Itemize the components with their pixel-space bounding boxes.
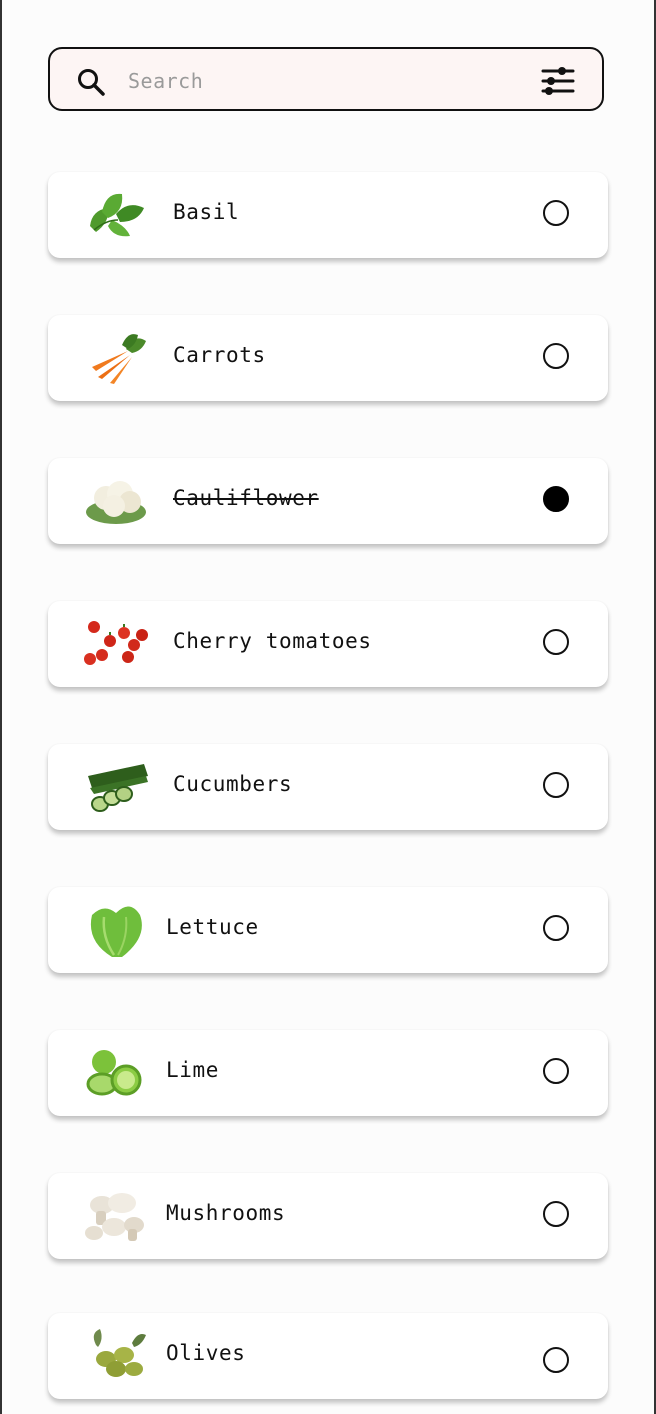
list-item-lettuce[interactable]: Lettuce [48, 887, 608, 973]
item-checkbox[interactable] [543, 1347, 569, 1373]
list-item-olives[interactable]: Olives [48, 1313, 608, 1399]
item-checkbox[interactable] [543, 1201, 569, 1227]
item-checkbox[interactable] [543, 1058, 569, 1084]
lettuce-icon [90, 906, 142, 957]
list-item-mushrooms[interactable]: Mushrooms [48, 1173, 608, 1259]
item-checkbox[interactable] [543, 343, 569, 369]
cucumbers-icon [88, 764, 148, 812]
item-label: Olives [166, 1341, 246, 1365]
item-label: Lettuce [166, 915, 259, 939]
list-item-cherry-tomatoes[interactable]: Cherry tomatoes [48, 601, 608, 687]
item-label: Cherry tomatoes [173, 629, 372, 653]
basil-icon [90, 193, 144, 237]
lime-icon [86, 1050, 142, 1096]
item-label: Carrots [173, 343, 266, 367]
item-checkbox[interactable] [543, 200, 569, 226]
list-item-basil[interactable]: Basil [48, 172, 608, 258]
item-label: Cucumbers [173, 772, 293, 796]
list-item-lime[interactable]: Lime [48, 1030, 608, 1116]
list-item-cucumbers[interactable]: Cucumbers [48, 744, 608, 830]
item-checkbox[interactable] [543, 486, 569, 512]
olives-icon [93, 1329, 146, 1377]
grocery-list: Basil Carrots Cauliflower Cherry tomatoe… [0, 0, 656, 1414]
list-item-cauliflower[interactable]: Cauliflower [48, 458, 608, 544]
item-checkbox[interactable] [543, 772, 569, 798]
cherry-tomatoes-icon [84, 621, 148, 665]
mushrooms-icon [85, 1193, 144, 1241]
item-checkbox[interactable] [543, 915, 569, 941]
cauliflower-icon [86, 481, 146, 524]
item-label: Mushrooms [166, 1201, 286, 1225]
list-item-carrots[interactable]: Carrots [48, 315, 608, 401]
carrots-icon [92, 334, 146, 384]
item-checkbox[interactable] [543, 629, 569, 655]
item-label: Cauliflower [173, 486, 319, 510]
item-label: Lime [166, 1058, 219, 1082]
item-label: Basil [173, 200, 240, 224]
